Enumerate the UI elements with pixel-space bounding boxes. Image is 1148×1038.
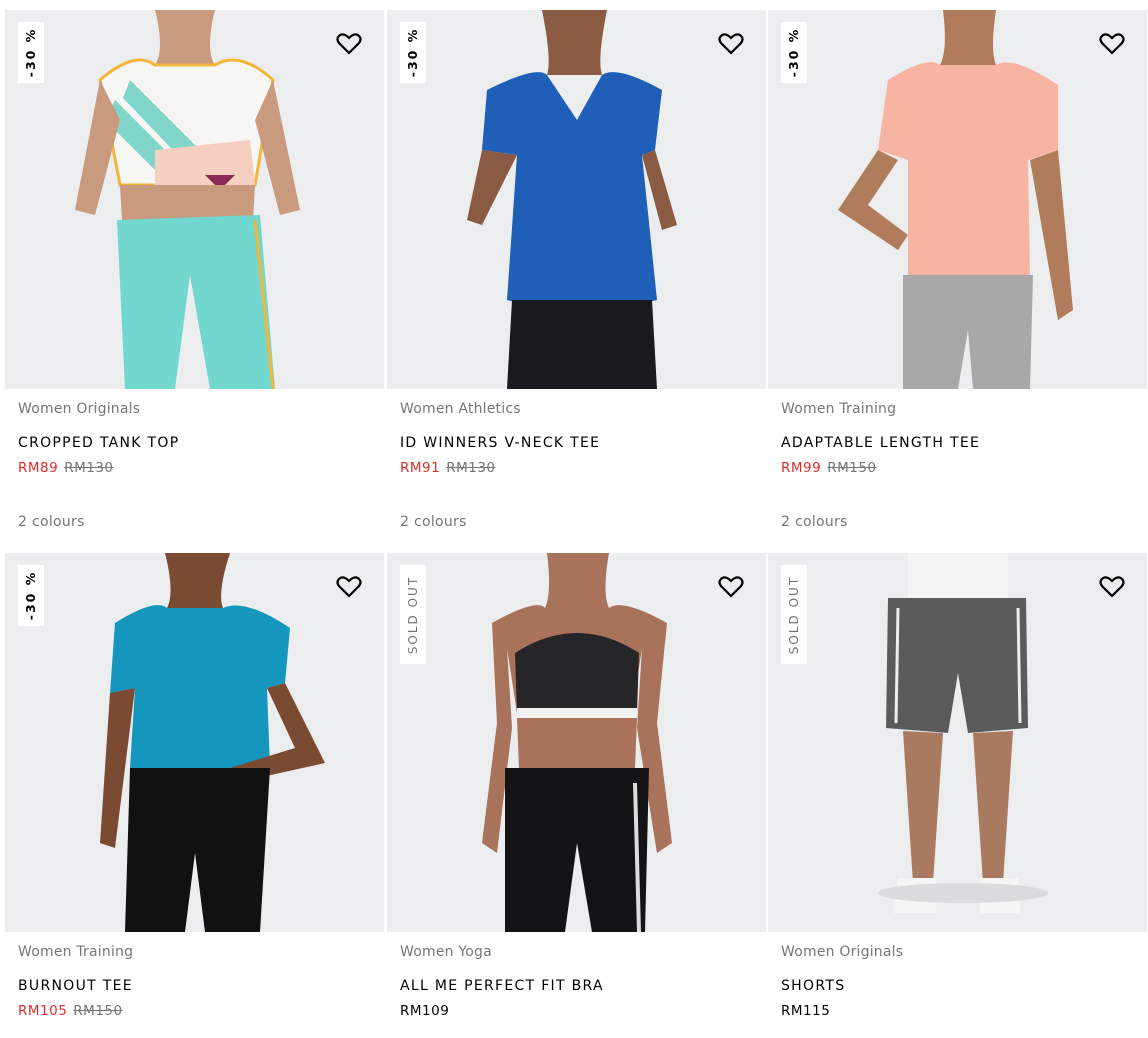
sale-price: RM89 <box>18 460 59 476</box>
product-category: Women Training <box>781 401 897 417</box>
product-price: RM115 <box>781 1003 1134 1020</box>
original-price: RM150 <box>73 1003 123 1019</box>
product-image[interactable]: SOLD OUT <box>768 553 1147 932</box>
product-card[interactable]: SOLD OUT Women Originals SHORTS RM115 <box>768 553 1147 1020</box>
sold-out-badge: SOLD OUT <box>781 565 807 664</box>
product-price: RM109 <box>400 1003 753 1020</box>
wishlist-heart-icon[interactable] <box>336 32 362 56</box>
shorts-photo <box>878 553 1048 913</box>
product-card[interactable]: -30 % Women Athletics ID WINNERS V-NECK … <box>387 10 766 531</box>
colour-count[interactable]: 2 colours <box>781 514 1134 531</box>
product-price: RM105 RM150 <box>18 1003 371 1020</box>
product-name[interactable]: CROPPED TANK TOP <box>18 435 371 452</box>
product-category: Women Training <box>18 944 134 960</box>
colour-count[interactable]: 2 colours <box>18 514 371 531</box>
product-price: RM99 RM150 <box>781 460 1134 477</box>
product-card[interactable]: SOLD OUT Women Yoga ALL ME PERFECT FIT B… <box>387 553 766 1020</box>
product-image[interactable]: SOLD OUT <box>387 553 766 932</box>
wishlist-heart-icon[interactable] <box>1099 32 1125 56</box>
product-price: RM89 RM130 <box>18 460 371 477</box>
colour-count[interactable]: 2 colours <box>400 514 753 531</box>
sale-price: RM91 <box>400 460 441 476</box>
wishlist-heart-icon[interactable] <box>336 575 362 599</box>
wishlist-heart-icon[interactable] <box>718 575 744 599</box>
discount-badge: -30 % <box>18 565 44 626</box>
product-category: Women Originals <box>18 401 141 417</box>
wishlist-heart-icon[interactable] <box>1099 575 1125 599</box>
product-card[interactable]: -30 % Women Training ADAPTABLE LENGTH TE… <box>768 10 1147 531</box>
cropped-tank-top-photo <box>75 10 300 389</box>
original-price: RM130 <box>446 460 496 476</box>
product-name[interactable]: SHORTS <box>781 978 1134 995</box>
product-card[interactable]: -30 % Women Training BURNOUT TEE RM105 RM… <box>5 553 384 1020</box>
burnout-tee-photo <box>100 553 325 932</box>
original-price: RM150 <box>827 460 877 476</box>
product-name[interactable]: ALL ME PERFECT FIT BRA <box>400 978 753 995</box>
product-card[interactable]: -30 % Women Originals CROPPED TANK TOP R… <box>5 10 384 531</box>
sold-out-badge: SOLD OUT <box>400 565 426 664</box>
sale-price: RM99 <box>781 460 822 476</box>
product-image[interactable]: -30 % <box>5 10 384 389</box>
product-image[interactable]: -30 % <box>768 10 1147 389</box>
discount-badge: -30 % <box>781 22 807 83</box>
discount-badge: -30 % <box>400 22 426 83</box>
product-category: Women Athletics <box>400 401 521 417</box>
product-name[interactable]: ADAPTABLE LENGTH TEE <box>781 435 1134 452</box>
product-price: RM91 RM130 <box>400 460 753 477</box>
wishlist-heart-icon[interactable] <box>718 32 744 56</box>
product-image[interactable]: -30 % <box>387 10 766 389</box>
original-price: RM130 <box>64 460 114 476</box>
product-image[interactable]: -30 % <box>5 553 384 932</box>
v-neck-tee-photo <box>467 10 677 389</box>
sports-bra-photo <box>482 553 672 932</box>
product-name[interactable]: ID WINNERS V-NECK TEE <box>400 435 753 452</box>
sale-price: RM105 <box>18 1003 68 1019</box>
length-tee-photo <box>838 10 1073 389</box>
regular-price: RM115 <box>781 1003 831 1019</box>
regular-price: RM109 <box>400 1003 450 1019</box>
discount-badge: -30 % <box>18 22 44 83</box>
product-name[interactable]: BURNOUT TEE <box>18 978 371 995</box>
product-category: Women Originals <box>781 944 904 960</box>
product-category: Women Yoga <box>400 944 492 960</box>
